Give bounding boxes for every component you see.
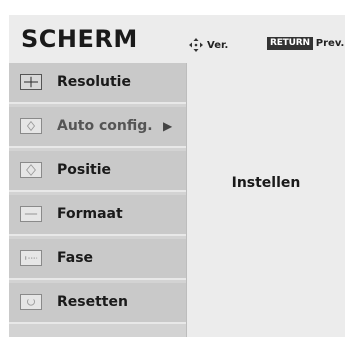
- menu-item-auto-config[interactable]: Auto config. ▶: [9, 107, 186, 148]
- move-arrows-icon: [189, 38, 203, 52]
- move-hint: Ver.: [189, 38, 228, 52]
- menu-item-positie[interactable]: Positie: [9, 151, 186, 192]
- menu-item-formaat[interactable]: Formaat: [9, 195, 186, 236]
- header: SCHERM Ver. RETURN Prev.: [9, 15, 345, 63]
- auto-config-icon: [20, 118, 42, 134]
- menu-item-resolutie[interactable]: Resolutie: [9, 63, 186, 104]
- menu-item-label: Resolutie: [57, 74, 131, 90]
- size-icon: [20, 206, 42, 222]
- menu-item-fase[interactable]: Fase: [9, 239, 186, 280]
- reset-icon: [20, 294, 42, 310]
- return-key-badge: RETURN: [267, 37, 313, 50]
- menu-title: SCHERM: [21, 25, 138, 53]
- return-hint-label: Prev.: [315, 38, 345, 49]
- return-hint: RETURN Prev.: [267, 37, 344, 50]
- menu-item-label: Formaat: [57, 206, 123, 222]
- panel-label: Instellen: [231, 175, 301, 191]
- menu-item-label: Fase: [57, 250, 94, 266]
- screen-osd-menu: SCHERM Ver. RETURN Prev. Resolutie Auto …: [9, 15, 345, 337]
- settings-panel: Instellen: [187, 63, 345, 337]
- resolution-icon: [20, 74, 42, 90]
- menu-list: Resolutie Auto config. ▶ Positie Formaat: [9, 63, 187, 337]
- menu-item-label: Auto config.: [57, 118, 153, 134]
- move-hint-label: Ver.: [207, 39, 229, 51]
- phase-icon: [20, 250, 42, 266]
- menu-item-label: Positie: [57, 162, 111, 178]
- submenu-arrow-icon: ▶: [163, 119, 173, 133]
- position-icon: [20, 162, 42, 178]
- menu-item-label: Resetten: [57, 294, 128, 310]
- menu-item-resetten[interactable]: Resetten: [9, 283, 186, 324]
